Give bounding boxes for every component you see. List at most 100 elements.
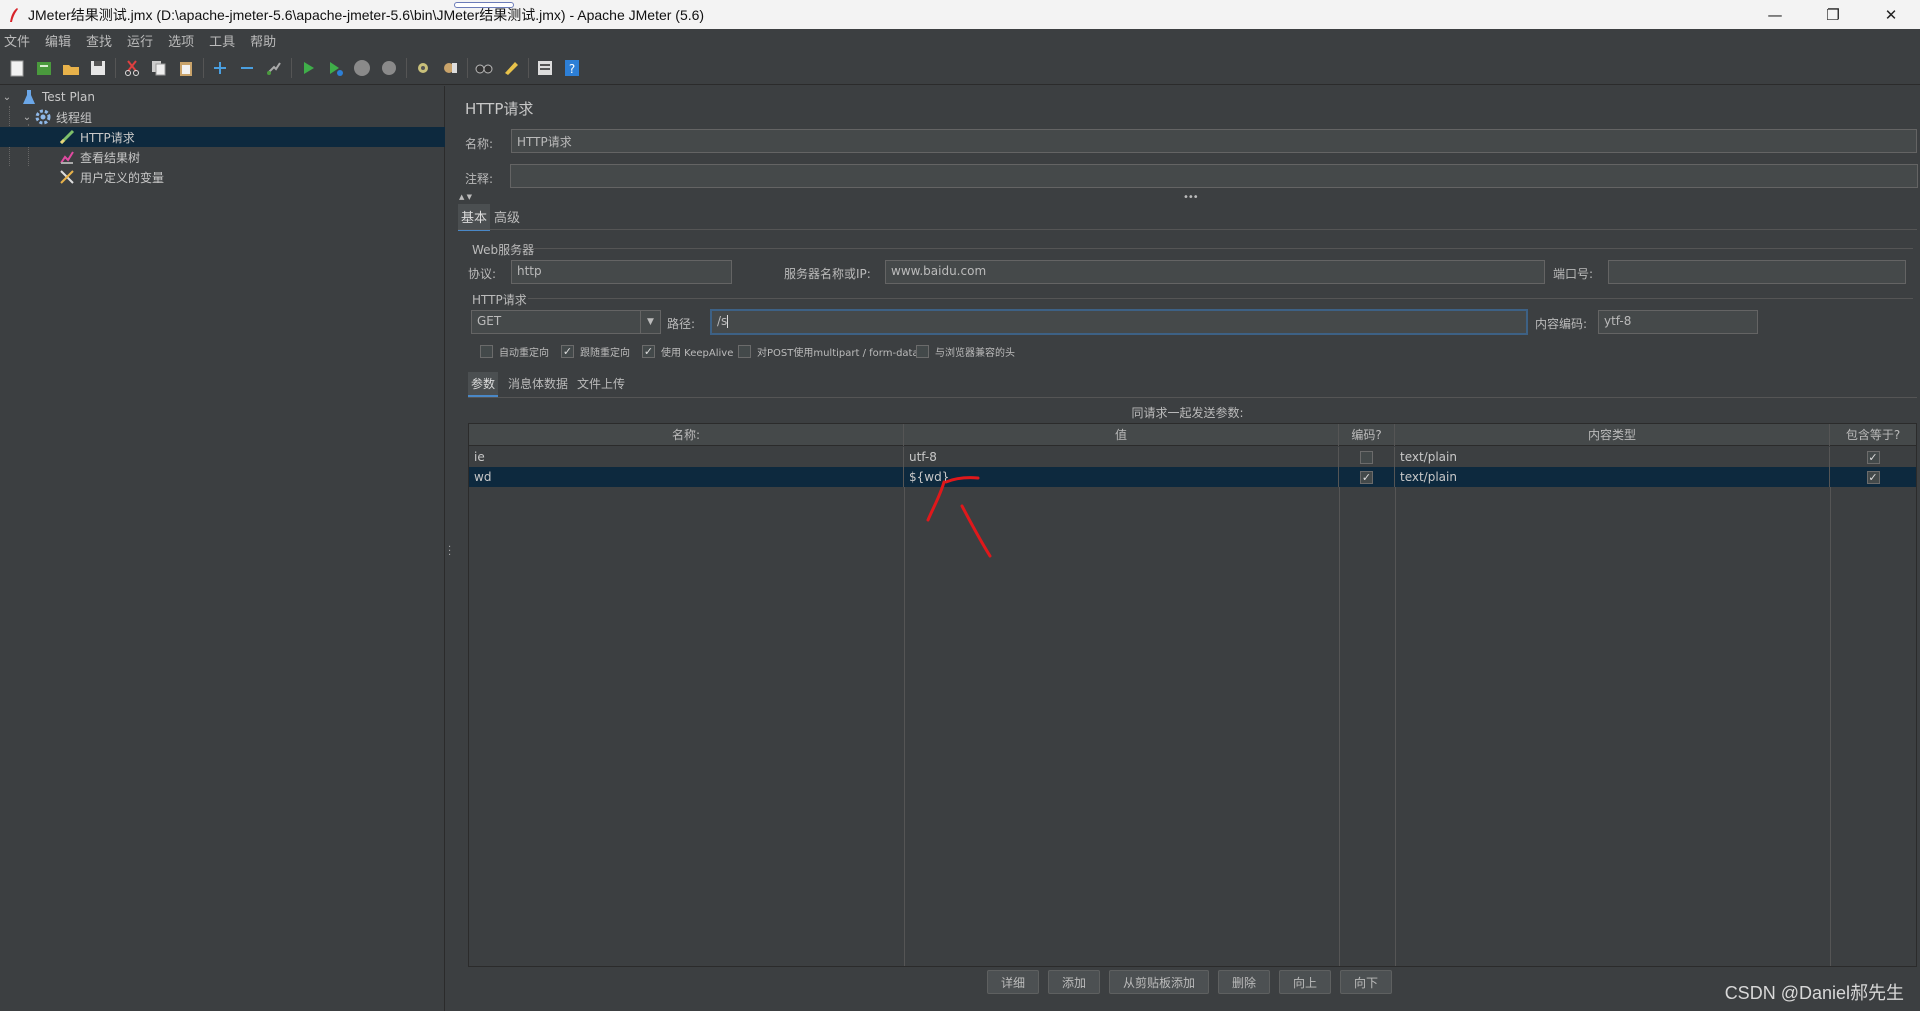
chevron-down-icon[interactable]: ▼	[640, 311, 660, 333]
search-icon[interactable]	[473, 57, 495, 79]
resize-handle-icon[interactable]: •••	[1183, 192, 1199, 203]
menu-help[interactable]: 帮助	[250, 31, 276, 50]
minimize-button[interactable]: —	[1746, 0, 1804, 29]
checkmark-icon[interactable]: ✓	[1360, 470, 1373, 484]
test-plan-tree: ⌄ Test Plan ⌄ 线程组 HTTP请求 查看结果树 用户定义的变量	[0, 86, 445, 1011]
clear-icon[interactable]	[412, 57, 434, 79]
help-icon[interactable]: ?	[561, 57, 583, 79]
splitter-grip-icon: · · ·	[448, 542, 452, 561]
cell-content-type[interactable]: text/plain	[1395, 467, 1830, 487]
chevron-down-icon[interactable]: ⌄	[0, 92, 14, 103]
add-button[interactable]: 添加	[1048, 970, 1100, 994]
cell-include-equals[interactable]: ✓	[1830, 447, 1916, 467]
checkmark-icon[interactable]: ✓	[561, 345, 574, 358]
menu-tools[interactable]: 工具	[209, 31, 235, 50]
checkbox-box[interactable]	[1360, 450, 1373, 464]
cell-value[interactable]: utf-8	[904, 447, 1339, 467]
move-down-button[interactable]: 向下	[1340, 970, 1392, 994]
tree-item-user-defined-variables[interactable]: 用户定义的变量	[0, 167, 445, 187]
cell-value[interactable]: ${wd}	[904, 467, 1339, 487]
table-header: 名称: 值 编码? 内容类型 包含等于?	[469, 424, 1916, 446]
close-button[interactable]: ✕	[1862, 0, 1920, 29]
cell-name[interactable]: wd	[469, 467, 904, 487]
cell-content-type[interactable]: text/plain	[1395, 447, 1830, 467]
keepalive-checkbox[interactable]: ✓ 使用 KeepAlive	[642, 344, 733, 359]
add-from-clipboard-button[interactable]: 从剪贴板添加	[1109, 970, 1209, 994]
server-field[interactable]: www.baidu.com	[885, 260, 1545, 284]
name-field[interactable]: HTTP请求	[511, 129, 1917, 153]
cell-include-equals[interactable]: ✓	[1830, 467, 1916, 487]
thread-group-icon	[34, 108, 52, 126]
maximize-button[interactable]: ❐	[1804, 0, 1862, 29]
save-icon[interactable]	[87, 57, 109, 79]
column-header-value[interactable]: 值	[904, 424, 1339, 446]
encoding-field[interactable]: ytf-8	[1598, 310, 1758, 334]
start-no-pause-icon[interactable]	[324, 57, 346, 79]
checkbox-box[interactable]	[480, 345, 493, 358]
table-row[interactable]: ie utf-8 text/plain ✓	[469, 447, 1916, 467]
menu-run[interactable]: 运行	[127, 31, 153, 50]
new-icon[interactable]	[6, 57, 28, 79]
path-field[interactable]: /s	[710, 309, 1528, 335]
function-helper-icon[interactable]	[534, 57, 556, 79]
detail-button[interactable]: 详细	[987, 970, 1039, 994]
cell-name[interactable]: ie	[469, 447, 904, 467]
collapse-icon[interactable]	[236, 57, 258, 79]
expand-icon[interactable]	[209, 57, 231, 79]
tab-body-data[interactable]: 消息体数据	[505, 372, 571, 395]
tree-item-view-results-tree[interactable]: 查看结果树	[0, 147, 445, 167]
checkmark-icon[interactable]: ✓	[642, 345, 655, 358]
open-icon[interactable]	[60, 57, 82, 79]
start-icon[interactable]	[297, 57, 319, 79]
tree-item-thread-group[interactable]: ⌄ 线程组	[0, 107, 445, 127]
shutdown-icon[interactable]	[378, 57, 400, 79]
column-header-encode[interactable]: 编码?	[1339, 424, 1395, 446]
tab-parameters[interactable]: 参数	[468, 372, 499, 397]
cell-encode[interactable]: ✓	[1339, 467, 1395, 487]
clear-all-icon[interactable]	[439, 57, 461, 79]
tab-advanced[interactable]: 高级	[491, 204, 523, 229]
checkmark-icon[interactable]: ✓	[1866, 450, 1880, 464]
checkbox-box[interactable]	[916, 345, 929, 358]
templates-icon[interactable]	[33, 57, 55, 79]
toggle-icon[interactable]	[263, 57, 285, 79]
chevron-down-icon[interactable]: ⌄	[20, 112, 34, 123]
paste-icon[interactable]	[175, 57, 197, 79]
checkbox-label: 跟随重定向	[580, 348, 630, 359]
watermark: CSDN @Daniel郝先生	[1724, 983, 1904, 1003]
column-header-name[interactable]: 名称:	[469, 424, 904, 446]
comment-field[interactable]	[510, 164, 1918, 188]
copy-icon[interactable]	[148, 57, 170, 79]
tab-basic[interactable]: 基本	[458, 204, 491, 231]
multipart-checkbox[interactable]: 对POST使用multipart / form-data	[738, 344, 919, 359]
menu-search[interactable]: 查找	[86, 31, 112, 50]
stop-icon[interactable]	[351, 57, 373, 79]
move-up-button[interactable]: 向上	[1279, 970, 1331, 994]
tree-item-http-request[interactable]: HTTP请求	[0, 127, 445, 147]
port-field[interactable]	[1608, 260, 1906, 284]
web-server-legend: Web服务器	[472, 243, 535, 257]
browser-headers-checkbox[interactable]: 与浏览器兼容的头	[916, 344, 1015, 359]
column-header-include-equals[interactable]: 包含等于?	[1830, 424, 1916, 446]
cut-icon[interactable]	[121, 57, 143, 79]
follow-redirect-checkbox[interactable]: ✓ 跟随重定向	[561, 344, 630, 359]
table-row[interactable]: wd ${wd} ✓ text/plain ✓	[469, 467, 1916, 487]
cell-encode[interactable]	[1339, 447, 1395, 467]
split-pane-divider[interactable]: · · ·	[446, 86, 454, 1011]
auto-redirect-checkbox[interactable]: 自动重定向	[480, 344, 549, 359]
checkmark-icon[interactable]: ✓	[1866, 470, 1880, 484]
collapse-arrows-icon[interactable]: ▲ ▼	[459, 193, 472, 201]
tree-item-test-plan[interactable]: ⌄ Test Plan	[0, 87, 445, 107]
delete-button[interactable]: 删除	[1218, 970, 1270, 994]
menu-file[interactable]: 文件	[4, 31, 30, 50]
column-header-content-type[interactable]: 内容类型	[1395, 424, 1830, 446]
reset-search-icon[interactable]	[500, 57, 522, 79]
menu-options[interactable]: 选项	[168, 31, 194, 50]
menu-edit[interactable]: 编辑	[45, 31, 71, 50]
http-request-panel: HTTP请求 名称: HTTP请求 注释: ▲ ▼ ••• 基本 高级 Web服…	[455, 86, 1920, 1011]
tab-file-upload[interactable]: 文件上传	[574, 372, 628, 395]
parameters-table: 名称: 值 编码? 内容类型 包含等于? ie utf-8 text/plain…	[468, 423, 1917, 967]
method-select[interactable]: GET ▼	[471, 310, 661, 334]
checkbox-box[interactable]	[738, 345, 751, 358]
protocol-field[interactable]: http	[511, 260, 732, 284]
